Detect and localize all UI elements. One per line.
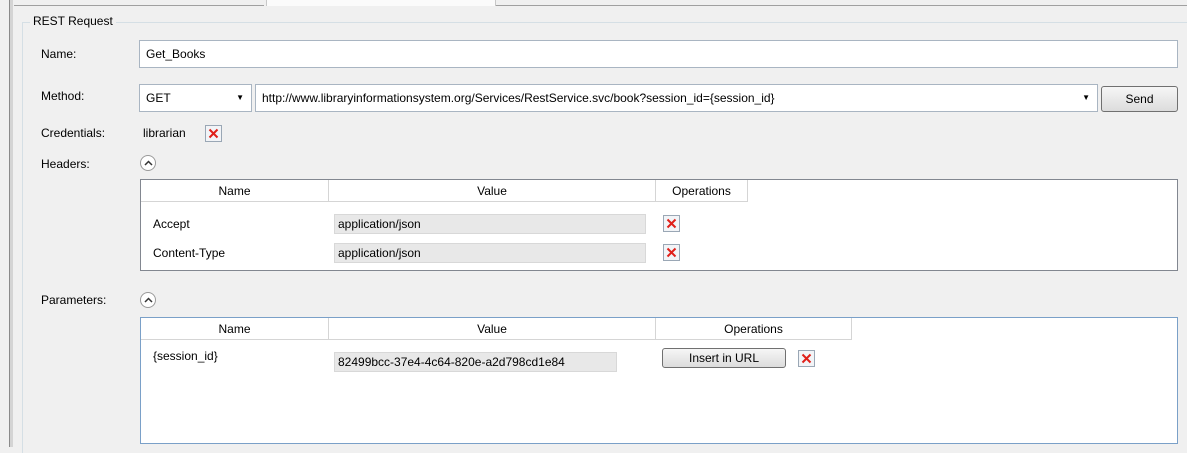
dropdown-arrow-icon: ▼ [1082,93,1090,102]
headers-collapse-button[interactable] [140,155,156,171]
method-label: Method: [41,89,85,103]
delete-header-button[interactable] [663,244,680,261]
x-icon [666,247,677,258]
chevron-up-icon [143,160,153,166]
top-tab-strip [0,0,1187,7]
headers-col-operations[interactable]: Operations [656,180,748,202]
parameters-collapse-button[interactable] [140,292,156,308]
credentials-label: Credentials: [41,126,106,140]
parameter-name: {session_id} [153,349,218,363]
parameters-col-name[interactable]: Name [141,318,329,340]
headers-grid: Name Value Operations Accept application… [140,179,1178,271]
header-name: Accept [153,217,190,231]
send-button[interactable]: Send [1101,86,1178,112]
name-label: Name: [41,47,77,61]
method-select[interactable]: GET ▼ [139,84,252,112]
left-splitter[interactable] [0,0,10,447]
x-icon [666,218,677,229]
insert-in-url-button[interactable]: Insert in URL [662,348,786,368]
headers-col-name[interactable]: Name [141,180,329,202]
url-combobox[interactable]: http://www.libraryinformationsystem.org/… [255,84,1098,112]
delete-parameter-button[interactable] [798,350,815,367]
parameter-value[interactable]: 82499bcc-37e4-4c64-820e-a2d798cd1e84 [334,352,617,372]
chevron-up-icon [143,297,153,303]
name-input[interactable]: Get_Books [139,40,1178,68]
method-value: GET [146,91,171,105]
headers-col-value[interactable]: Value [329,180,656,202]
parameters-col-operations[interactable]: Operations [656,318,852,340]
tab-divider [496,5,1187,6]
tab-divider [14,5,264,6]
dropdown-arrow-icon: ▼ [236,93,244,102]
credentials-value: librarian [143,126,186,140]
header-name: Content-Type [153,246,226,260]
parameters-col-value[interactable]: Value [329,318,656,340]
header-value[interactable]: application/json [334,243,646,263]
header-value[interactable]: application/json [334,214,646,234]
delete-header-button[interactable] [663,215,680,232]
left-splitter-shadow [10,0,13,447]
group-title: REST Request [30,14,116,28]
remove-credentials-button[interactable] [205,125,222,142]
parameters-grid: Name Value Operations {session_id} 82499… [140,317,1178,444]
x-icon [208,128,219,139]
active-tab[interactable] [266,0,496,6]
parameters-label: Parameters: [41,293,107,307]
url-value: http://www.libraryinformationsystem.org/… [262,91,775,105]
headers-label: Headers: [41,157,90,171]
x-icon [801,353,812,364]
